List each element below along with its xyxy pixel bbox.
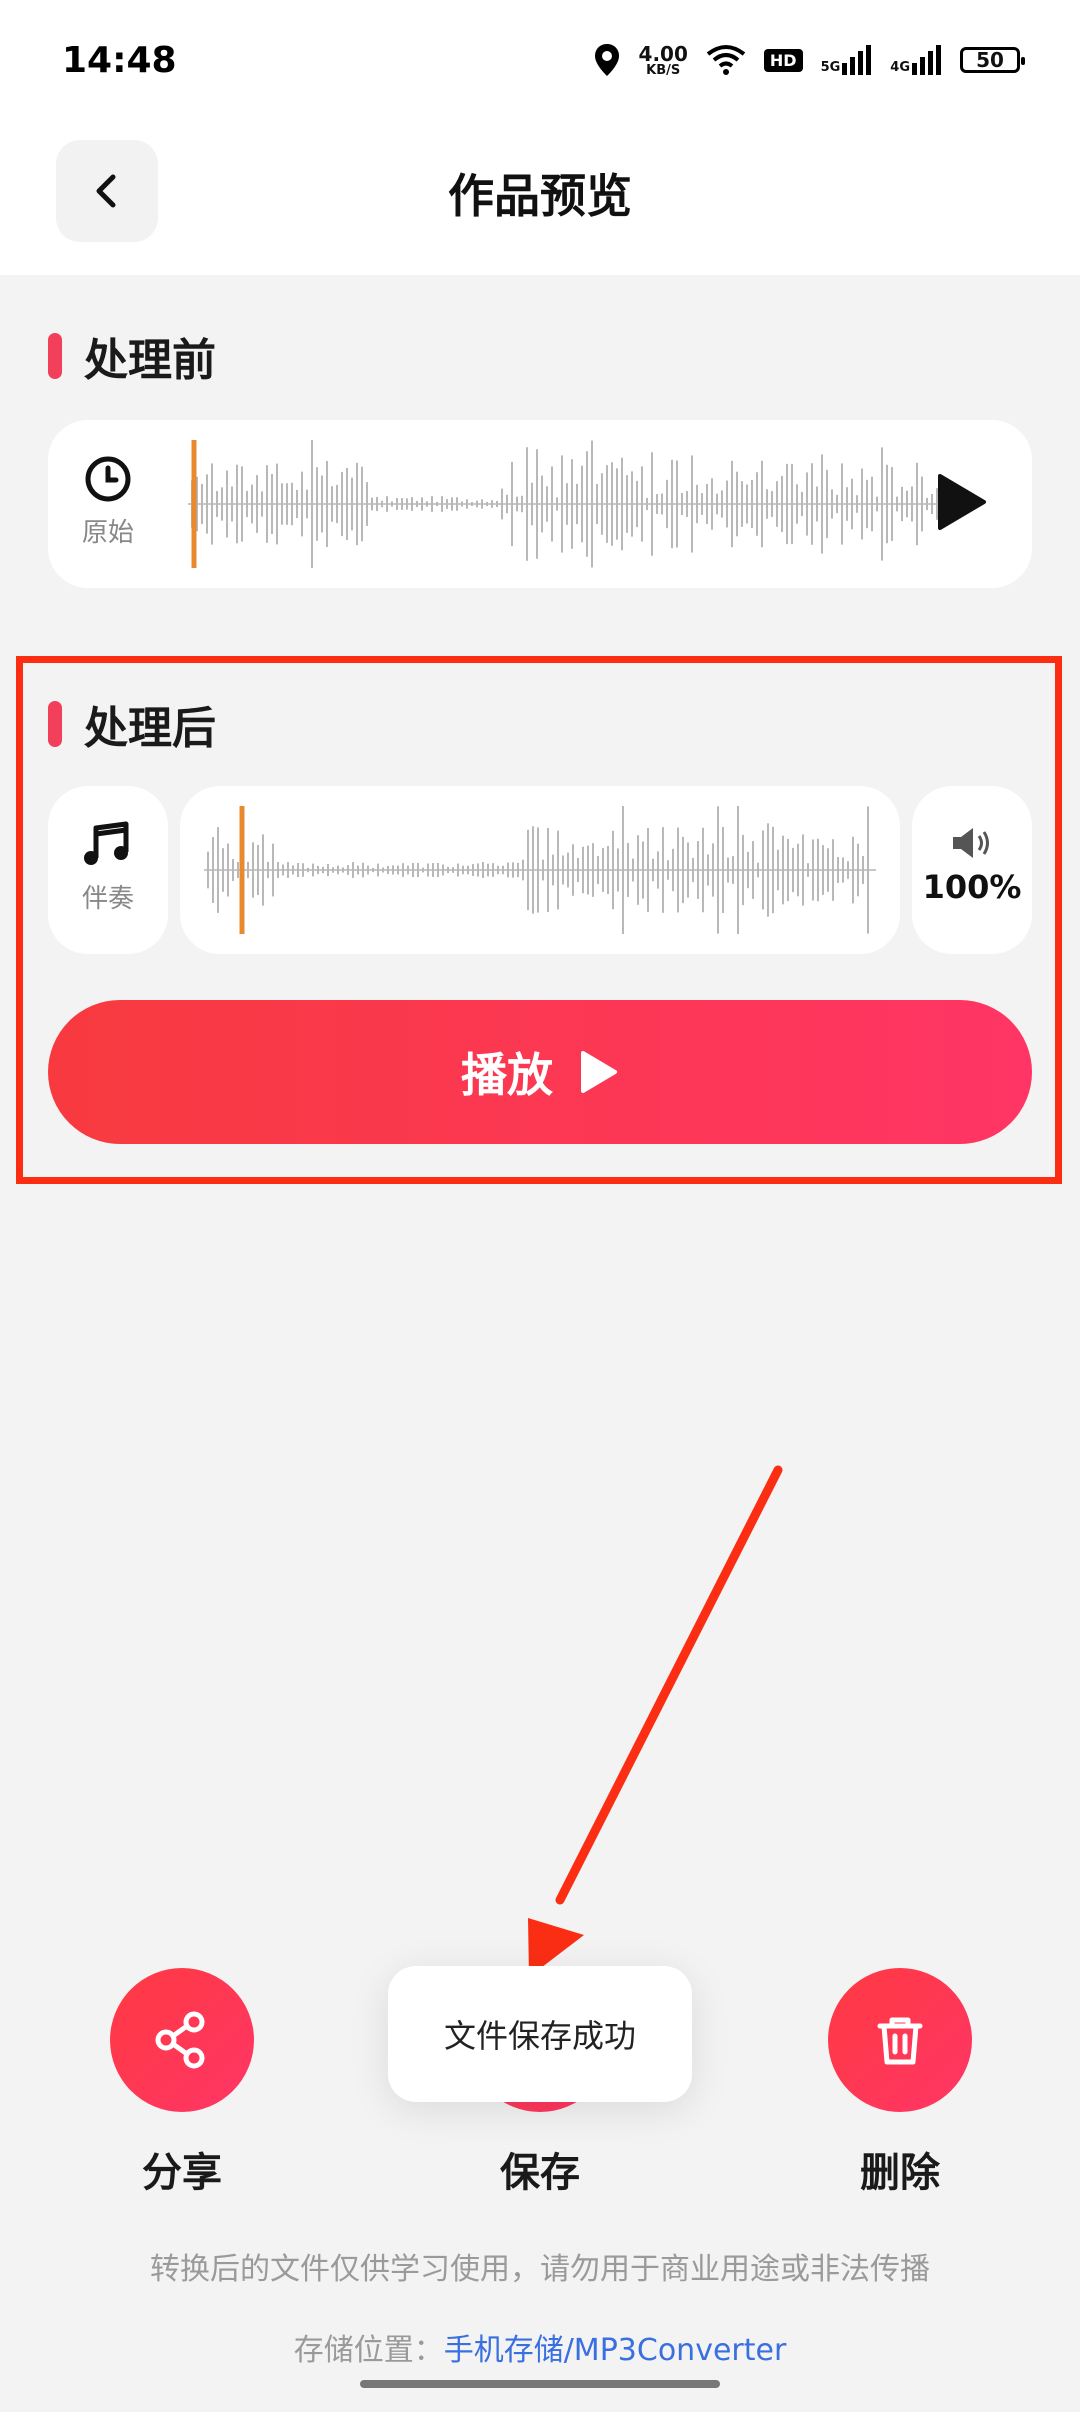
share-button[interactable] (110, 1968, 254, 2112)
disclaimer-text: 转换后的文件仅供学习使用，请勿用于商业用途或非法传播 (150, 2252, 930, 2287)
trash-icon (877, 2017, 923, 2065)
delete-button[interactable] (828, 1968, 972, 2112)
share-action[interactable]: 分享 (72, 1968, 292, 2198)
home-indicator[interactable] (360, 2380, 720, 2388)
storage-path-rest: /MP3Converter (563, 2333, 787, 2368)
share-icon (155, 2011, 205, 2069)
storage-location: 存储位置：手机存储/MP3Converter (0, 2325, 1080, 2369)
share-label: 分享 (142, 2150, 222, 2196)
toast-message: 文件保存成功 (388, 1966, 692, 2102)
delete-action[interactable]: 删除 (790, 1968, 1010, 2198)
storage-path-cn: 手机存储 (443, 2333, 564, 2368)
storage-prefix: 存储位置： (293, 2333, 444, 2368)
delete-label: 删除 (860, 2150, 940, 2196)
save-label: 保存 (500, 2150, 580, 2196)
storage-path-link[interactable]: 手机存储/MP3Converter (444, 2333, 787, 2368)
